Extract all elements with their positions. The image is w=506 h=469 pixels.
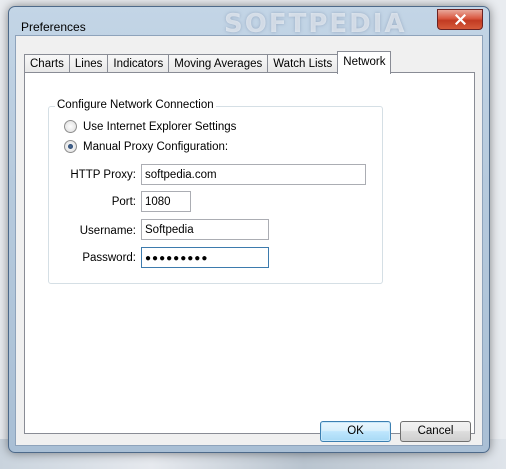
tab-watch-lists[interactable]: Watch Lists <box>267 54 339 74</box>
manual-proxy-label: Manual Proxy Configuration: <box>83 140 229 153</box>
close-button[interactable] <box>437 9 483 30</box>
cancel-button[interactable]: Cancel <box>400 421 471 442</box>
username-field[interactable]: Softpedia <box>141 219 269 240</box>
tab-network[interactable]: Network <box>337 51 392 74</box>
password-label: Password: <box>82 252 136 264</box>
username-label: Username: <box>79 225 136 237</box>
dialog-client-area: Charts Lines Indicators Moving Averages … <box>15 35 483 446</box>
ie-settings-radio[interactable] <box>64 120 77 133</box>
ie-settings-label: Use Internet Explorer Settings <box>83 120 237 133</box>
tab-lines[interactable]: Lines <box>68 54 109 74</box>
password-field[interactable]: ●●●●●●●●● <box>141 247 269 268</box>
ok-button[interactable]: OK <box>320 421 391 442</box>
network-tab-panel: Configure Network Connection Use Interne… <box>24 72 475 434</box>
tab-indicators[interactable]: Indicators <box>107 54 170 74</box>
option-ie-settings[interactable]: Use Internet Explorer Settings <box>64 120 236 133</box>
tab-strip: Charts Lines Indicators Moving Averages … <box>24 51 392 74</box>
http-proxy-field[interactable]: softpedia.com <box>141 164 366 185</box>
password-value: ●●●●●●●●● <box>145 253 209 264</box>
preferences-dialog: Preferences SOFTPEDIA Charts Lines Indic… <box>8 6 490 453</box>
network-connection-group: Configure Network Connection Use Interne… <box>48 99 383 284</box>
http-proxy-label: HTTP Proxy: <box>70 169 136 181</box>
title-bar[interactable]: Preferences SOFTPEDIA <box>9 7 489 39</box>
port-field[interactable]: 1080 <box>141 191 191 212</box>
close-icon <box>454 14 466 25</box>
option-manual-proxy[interactable]: Manual Proxy Configuration: <box>64 140 228 153</box>
tab-moving-averages[interactable]: Moving Averages <box>168 54 269 74</box>
window-title: Preferences <box>21 20 86 34</box>
tab-charts[interactable]: Charts <box>24 54 70 74</box>
group-title: Configure Network Connection <box>55 99 216 111</box>
port-label: Port: <box>111 196 136 208</box>
manual-proxy-radio[interactable] <box>64 140 77 153</box>
